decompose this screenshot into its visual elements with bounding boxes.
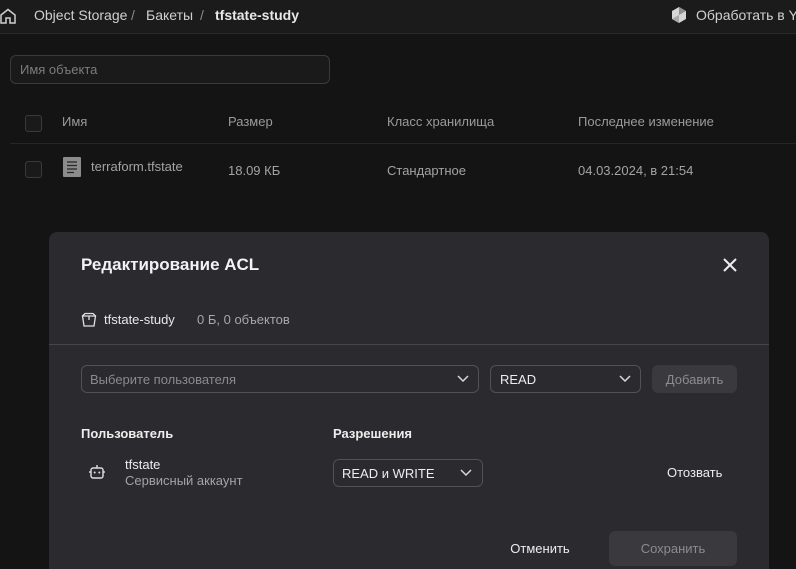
row-checkbox[interactable] [25, 161, 42, 178]
breadcrumb-object-storage[interactable]: Object Storage [34, 7, 127, 23]
column-header-permissions: Разрешения [333, 426, 413, 441]
user-select-placeholder: Выберите пользователя [90, 372, 237, 387]
chevron-down-icon [460, 469, 472, 477]
process-in-yq-button[interactable]: Обработать в YQ [696, 7, 796, 23]
table-divider [10, 143, 796, 144]
edit-acl-dialog: Редактирование ACL tfstate-study 0 Б, 0 … [49, 232, 769, 569]
yq-hexagon-icon [672, 7, 686, 23]
breadcrumb-separator: / [131, 7, 135, 23]
bucket-icon [81, 312, 97, 327]
acl-user-type: Сервисный аккаунт [125, 473, 243, 488]
top-bar: Object Storage / Бакеты / tfstate-study … [0, 0, 796, 34]
dialog-title: Редактирование ACL [81, 255, 260, 274]
object-modified: 04.03.2024, в 21:54 [578, 163, 694, 178]
cancel-button[interactable]: Отменить [494, 531, 586, 565]
column-header-modified[interactable]: Последнее изменение [578, 114, 714, 129]
robot-icon [89, 465, 105, 479]
home-icon[interactable] [0, 8, 16, 24]
column-header-size[interactable]: Размер [228, 114, 273, 129]
permission-select[interactable]: READ [490, 365, 641, 393]
select-all-checkbox[interactable] [25, 115, 42, 132]
close-icon[interactable] [720, 255, 740, 275]
object-storage-class: Стандартное [387, 163, 466, 178]
object-name-link[interactable]: terraform.tfstate [91, 159, 183, 174]
breadcrumb-buckets[interactable]: Бакеты [146, 7, 193, 23]
acl-user-name: tfstate [125, 457, 161, 472]
object-name-search-input[interactable]: Имя объекта [10, 55, 330, 84]
acl-permission-value: READ и WRITE [342, 466, 435, 481]
revoke-button[interactable]: Отозвать [667, 465, 722, 480]
acl-permission-select[interactable]: READ и WRITE [333, 459, 483, 487]
user-select[interactable]: Выберите пользователя [81, 365, 479, 393]
column-header-user: Пользователь [81, 426, 174, 441]
breadcrumb-separator: / [200, 7, 204, 23]
permission-select-value: READ [500, 372, 537, 387]
column-header-storage-class[interactable]: Класс хранилища [387, 114, 494, 129]
save-button[interactable]: Сохранить [609, 531, 737, 566]
file-text-icon [63, 157, 81, 177]
column-header-name[interactable]: Имя [62, 114, 87, 129]
bucket-meta: 0 Б, 0 объектов [197, 312, 290, 327]
object-size: 18.09 КБ [228, 163, 281, 178]
breadcrumb-current-bucket: tfstate-study [215, 7, 300, 23]
chevron-down-icon [619, 375, 631, 383]
bucket-name: tfstate-study [104, 312, 175, 327]
add-button[interactable]: Добавить [652, 365, 737, 393]
chevron-down-icon [457, 375, 469, 383]
dialog-divider [49, 344, 769, 345]
